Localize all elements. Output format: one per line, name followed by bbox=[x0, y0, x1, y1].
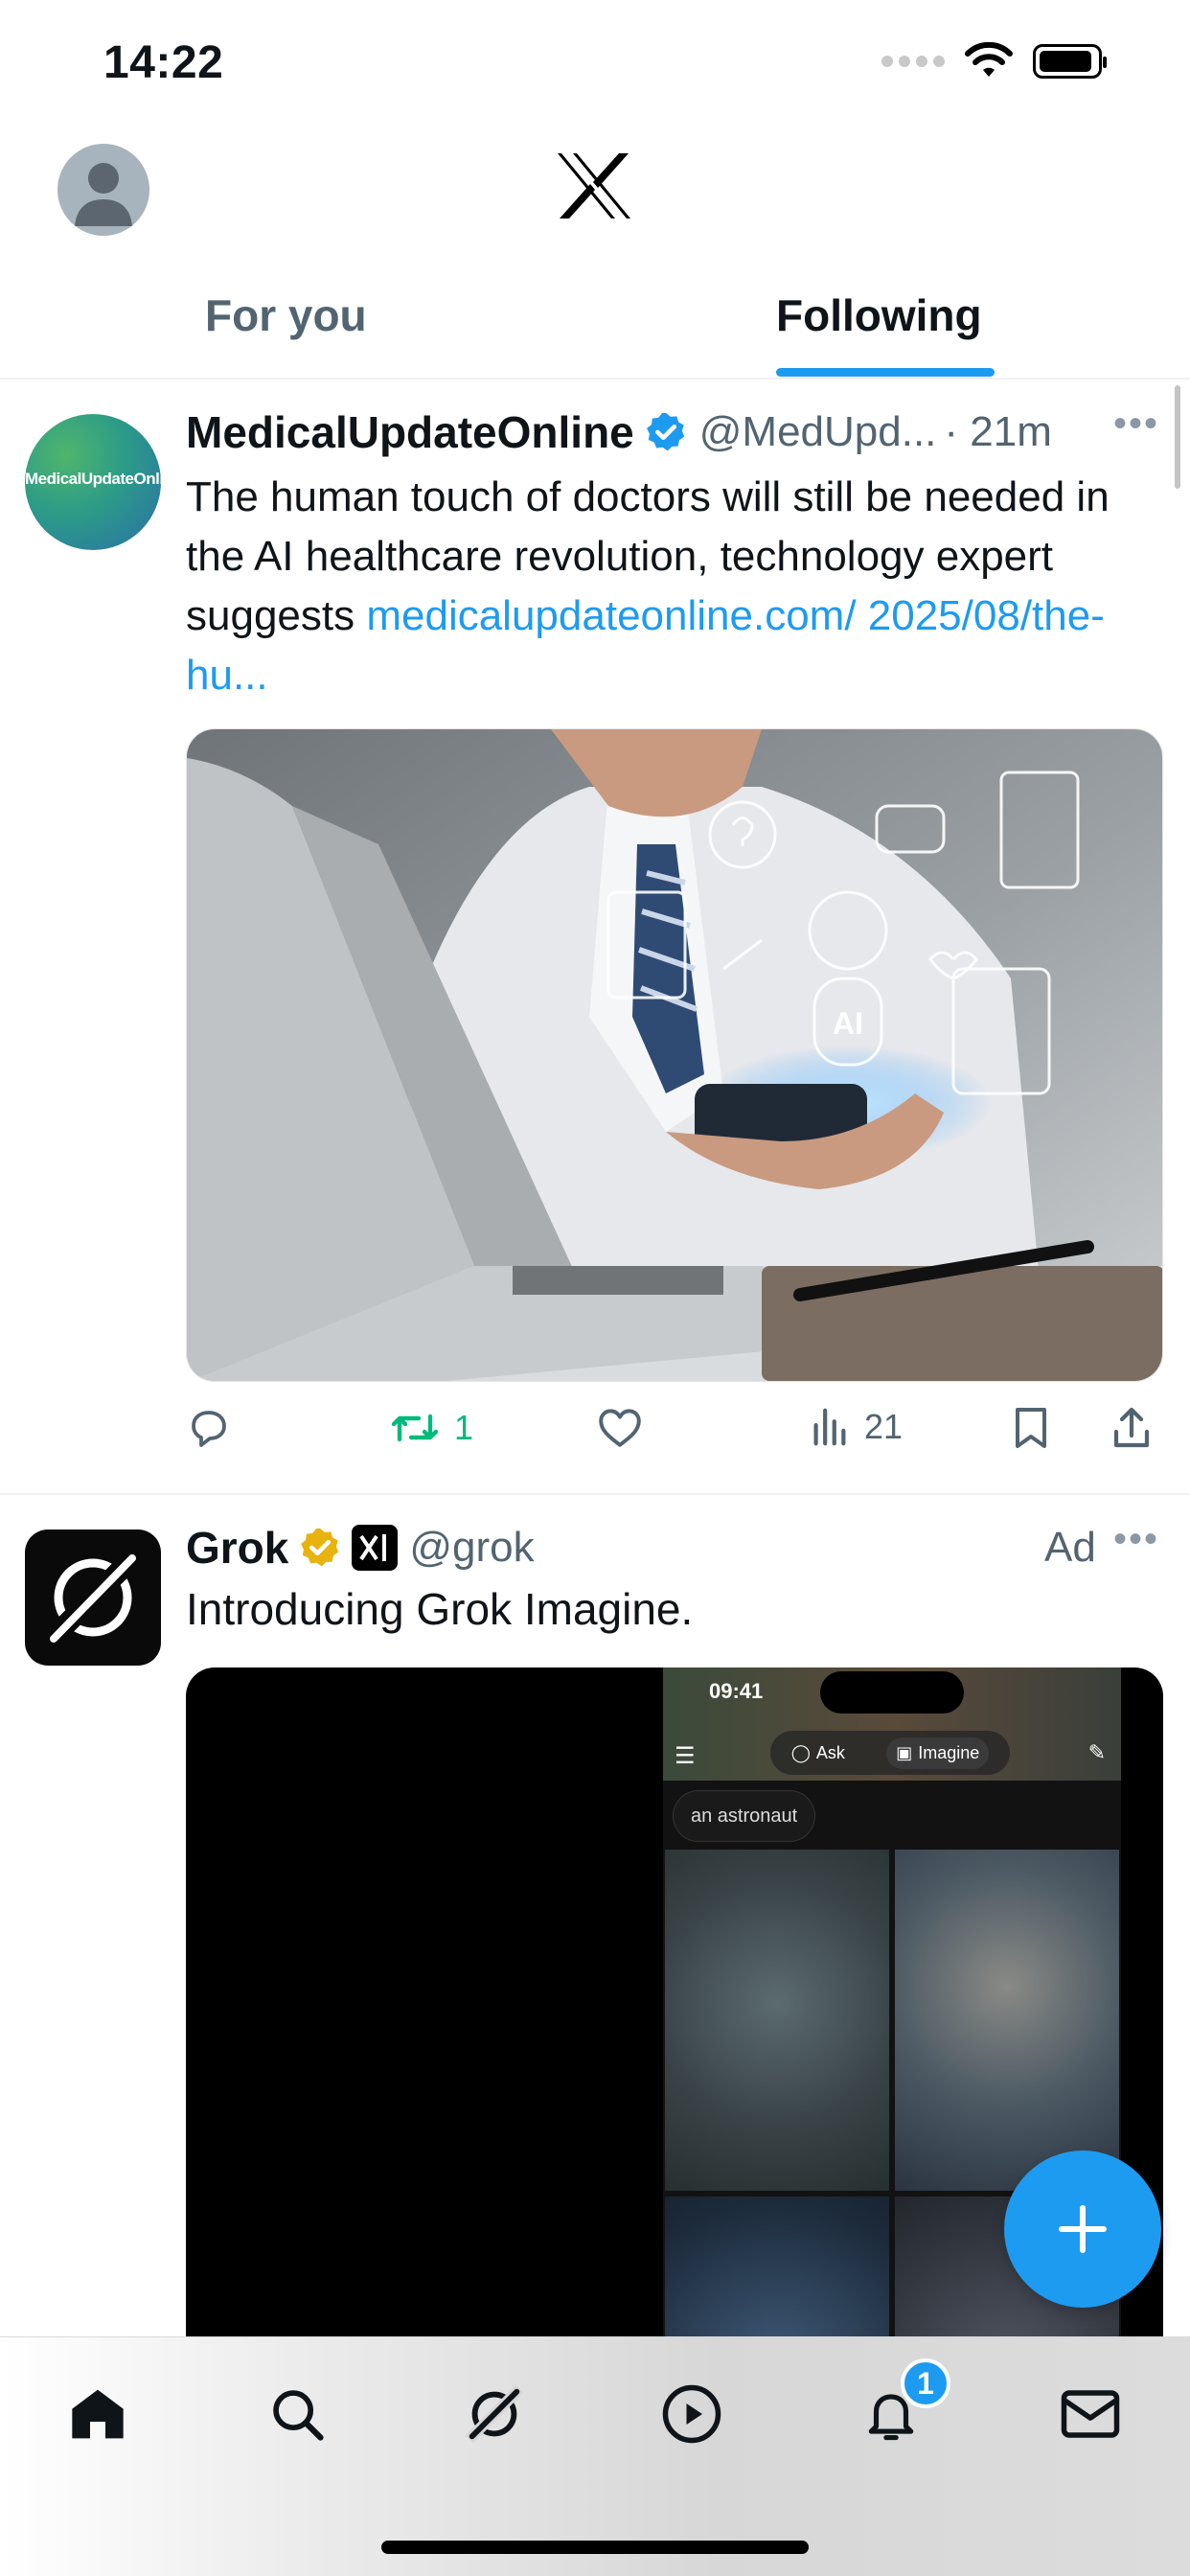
status-icons bbox=[881, 42, 1107, 80]
grok-mode-toggle: ◯ Ask ▣ Imagine bbox=[770, 1731, 1010, 1775]
like-button[interactable] bbox=[596, 1405, 657, 1449]
compose-post-button[interactable] bbox=[1004, 2150, 1161, 2308]
heart-icon bbox=[599, 1409, 641, 1447]
post-more-options-button[interactable]: ••• bbox=[1113, 1518, 1159, 1561]
phone-status-time: 09:41 bbox=[709, 1679, 764, 1703]
nav-video[interactable] bbox=[653, 2376, 730, 2452]
share-button[interactable] bbox=[1110, 1405, 1154, 1451]
imagine-tab-label: Imagine bbox=[918, 1742, 980, 1762]
share-icon bbox=[1113, 1407, 1150, 1448]
imagine-tab: ▣ Imagine bbox=[886, 1736, 990, 1769]
post-timestamp[interactable]: · 21m bbox=[944, 408, 1051, 456]
mail-icon bbox=[1061, 2390, 1120, 2438]
post-divider bbox=[0, 1493, 1190, 1495]
tab-following[interactable]: Following bbox=[776, 289, 982, 341]
nav-messages[interactable] bbox=[1052, 2376, 1129, 2452]
video-play-icon bbox=[662, 2384, 721, 2444]
nav-grok[interactable] bbox=[456, 2376, 533, 2452]
views-button[interactable]: 21 bbox=[807, 1405, 903, 1449]
xai-affiliate-icon[interactable] bbox=[352, 1525, 399, 1571]
views-bar-chart-icon bbox=[813, 1408, 846, 1446]
notification-count-badge: 1 bbox=[901, 2358, 950, 2408]
nav-home[interactable] bbox=[59, 2376, 136, 2452]
hologram-ai-label: AI bbox=[833, 1006, 863, 1041]
repost-icon bbox=[391, 1414, 439, 1442]
chat-bubble-icon: ◯ bbox=[790, 1742, 811, 1762]
ask-tab-label: Ask bbox=[815, 1742, 845, 1762]
gold-verified-badge-icon bbox=[301, 1528, 339, 1567]
author-display-name[interactable]: Grok bbox=[186, 1522, 288, 1574]
post-header: Grok @grok bbox=[186, 1522, 535, 1574]
reply-button[interactable] bbox=[186, 1405, 245, 1451]
bottom-navigation: 1 bbox=[0, 2336, 1190, 2576]
bookmark-icon bbox=[1016, 1408, 1046, 1448]
grok-logo-icon bbox=[42, 1547, 144, 1648]
home-indicator[interactable] bbox=[381, 2541, 809, 2554]
scrollbar[interactable] bbox=[1175, 385, 1180, 489]
author-handle[interactable]: @grok bbox=[409, 1524, 534, 1572]
bookmark-button[interactable] bbox=[1010, 1405, 1052, 1451]
generated-image-1 bbox=[665, 1850, 889, 2191]
repost-button[interactable]: 1 bbox=[389, 1405, 473, 1451]
active-tab-indicator bbox=[776, 368, 995, 377]
author-handle[interactable]: @MedUpd... bbox=[699, 408, 937, 456]
avatar-logo-text: MedicalUpdateOnline bbox=[25, 470, 161, 488]
grok-icon bbox=[465, 2384, 524, 2444]
home-icon bbox=[72, 2389, 124, 2439]
views-count: 21 bbox=[864, 1407, 904, 1446]
generated-image-2 bbox=[895, 1850, 1119, 2191]
wifi-icon bbox=[965, 42, 1013, 77]
post-text: Introducing Grok Imagine. bbox=[186, 1584, 694, 1634]
dynamic-island bbox=[820, 1671, 964, 1714]
search-icon bbox=[273, 2390, 324, 2441]
battery-icon bbox=[1033, 44, 1107, 79]
ask-tab: ◯ Ask bbox=[791, 1743, 845, 1763]
post-author-avatar[interactable]: MedicalUpdateOnline bbox=[25, 414, 161, 550]
repost-count: 1 bbox=[454, 1408, 474, 1447]
default-avatar-icon bbox=[75, 163, 132, 226]
grok-avatar[interactable] bbox=[25, 1530, 161, 1666]
nav-search[interactable] bbox=[259, 2376, 335, 2452]
compose-edit-icon: ✎ bbox=[1087, 1740, 1106, 1764]
post-actions: 1 21 bbox=[186, 1405, 1163, 1459]
prompt-chip: an astronaut bbox=[673, 1790, 816, 1842]
timeline-tabs: For you Following bbox=[0, 276, 1190, 380]
post-header: MedicalUpdateOnline @MedUpd... · 21m bbox=[186, 406, 1052, 458]
image-icon: ▣ bbox=[896, 1742, 913, 1762]
plus-icon bbox=[1059, 2205, 1107, 2253]
ad-label: Ad bbox=[1044, 1524, 1096, 1571]
post-text: The human touch of doctors will still be… bbox=[186, 468, 1163, 705]
cellular-signal-icon bbox=[881, 56, 945, 67]
post-more-options-button[interactable]: ••• bbox=[1113, 402, 1159, 446]
menu-icon: ☰ bbox=[675, 1743, 696, 1769]
status-time: 14:22 bbox=[103, 37, 224, 88]
verified-badge-icon bbox=[646, 412, 684, 451]
x-logo-icon[interactable] bbox=[556, 151, 632, 225]
post-media-image[interactable]: AI bbox=[186, 728, 1163, 1382]
reply-icon bbox=[192, 1411, 226, 1447]
profile-avatar-button[interactable] bbox=[57, 144, 149, 236]
tab-for-you[interactable]: For you bbox=[205, 289, 367, 341]
author-display-name[interactable]: MedicalUpdateOnline bbox=[186, 406, 634, 458]
